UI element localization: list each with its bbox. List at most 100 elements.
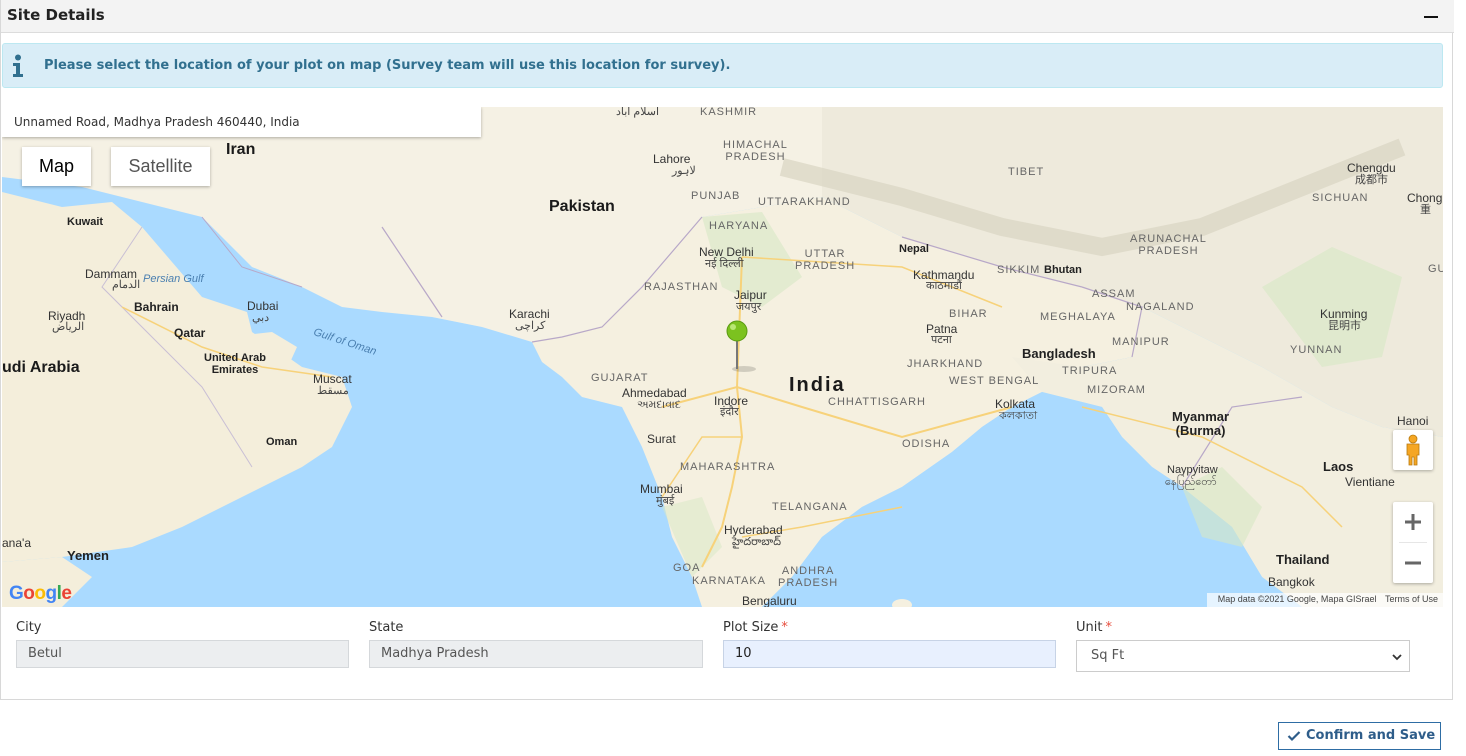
map-label: New Delhi: [699, 245, 754, 259]
map-label: CHHATTISGARH: [828, 396, 926, 408]
map-canvas[interactable]: Iran Pakistan India Kuwait Dammam الدمام…: [2, 107, 1443, 607]
map-label: WEST BENGAL: [949, 375, 1040, 387]
map-label: Bhutan: [1044, 264, 1082, 276]
map-label: जयपुर: [736, 301, 762, 313]
zoom-control: [1393, 502, 1433, 583]
state-group: State Madhya Pradesh: [369, 620, 703, 668]
map-label: Bangkok: [1268, 575, 1315, 589]
map-label: နေပြည်တော်: [1165, 476, 1217, 488]
map-label: Lahore: [653, 152, 691, 166]
zoom-in-button[interactable]: [1393, 502, 1433, 542]
google-logo[interactable]: Google: [9, 583, 72, 605]
minus-icon: [1424, 16, 1438, 18]
state-input: Madhya Pradesh: [369, 640, 703, 668]
map-label: Hyderabad: [724, 523, 783, 537]
map-label: India: [789, 374, 846, 396]
unit-label-text: Unit: [1076, 620, 1103, 635]
map-label: الدمام: [112, 279, 141, 291]
city-group: City Betul: [16, 620, 349, 668]
panel-header: Site Details: [1, 0, 1454, 33]
map-label: Kolkata: [995, 397, 1036, 411]
map-label: PUNJAB: [691, 190, 741, 202]
unit-select[interactable]: Sq Ft: [1076, 640, 1410, 672]
map-label: Chengdu: [1347, 161, 1396, 175]
map-label: udi Arabia: [2, 359, 80, 376]
map-type-map-button[interactable]: Map: [22, 147, 91, 186]
map-label: Vientiane: [1345, 475, 1395, 489]
map-label: Kunming: [1320, 307, 1368, 321]
map-label: کراچی: [515, 320, 546, 332]
map-label: الرياض: [52, 321, 85, 333]
map-label: دبي: [252, 312, 270, 324]
map-label: JHARKHAND: [907, 358, 984, 370]
map-label: Dubai: [247, 299, 279, 313]
address-box: Unnamed Road, Madhya Pradesh 460440, Ind…: [2, 107, 481, 137]
map-label: NAGALAND: [1126, 301, 1195, 313]
map-label: Bangladesh: [1022, 346, 1096, 361]
map-label: पटना: [931, 334, 952, 346]
map-label: Iran: [226, 141, 256, 158]
map-label: Yemen: [67, 548, 109, 563]
map-label: Persian Gulf: [143, 273, 204, 285]
map-label: KASHMIR: [700, 107, 758, 118]
required-mark: *: [781, 620, 788, 635]
map-label: અમદાવાદ: [637, 399, 681, 411]
map-label: Karachi: [509, 307, 550, 321]
required-mark: *: [1105, 620, 1112, 635]
plot-size-input[interactable]: 10: [723, 640, 1056, 668]
confirm-save-label: Confirm and Save: [1306, 728, 1436, 743]
unit-select-value: Sq Ft: [1091, 648, 1125, 663]
map-label: హైదరాబాద్: [732, 536, 781, 548]
map-label: Ahmedabad: [622, 386, 687, 400]
map-label: Mumbai: [640, 482, 683, 496]
pegman-button[interactable]: [1393, 430, 1433, 470]
map-label: Thailand: [1276, 552, 1330, 567]
map-label: Surat: [647, 432, 676, 446]
map-label: Chong: [1407, 191, 1443, 205]
map-label: MANIPUR: [1112, 336, 1170, 348]
map-label: اسلام آباد: [616, 107, 660, 118]
map-attribution: Map data ©2021 Google, Mapa GISrael Term…: [1206, 593, 1443, 607]
map-label: Jaipur: [734, 288, 767, 302]
map-label: MAHARASHTRA: [680, 461, 776, 473]
map-label: ODISHA: [902, 438, 951, 450]
map-label: কলকাতা: [999, 410, 1038, 422]
map-label: UTTAR PRADESH: [795, 248, 856, 272]
map-label: Kuwait: [67, 216, 104, 228]
state-label: State: [369, 620, 404, 635]
map-type-satellite-button[interactable]: Satellite: [111, 147, 210, 186]
map-label: Hanoi: [1397, 414, 1429, 428]
map-label: Qatar: [174, 326, 206, 340]
map-label: Bengaluru: [742, 594, 797, 607]
collapse-button[interactable]: [1422, 6, 1440, 24]
panel-title: Site Details: [7, 6, 105, 24]
map-label: नई दिल्ली: [705, 258, 744, 270]
map-label: Laos: [1323, 459, 1354, 474]
map-label: MEGHALAYA: [1040, 311, 1116, 323]
terms-link[interactable]: Terms of Use: [1385, 594, 1438, 604]
map-label: UTTARAKHAND: [758, 196, 851, 208]
zoom-out-button[interactable]: [1393, 543, 1433, 583]
map-label: TRIPURA: [1062, 365, 1118, 377]
map-label: 昆明市: [1328, 320, 1361, 332]
confirm-save-button[interactable]: Confirm and Save: [1278, 722, 1441, 750]
attribution-text: Map data ©2021 Google, Mapa GISrael: [1217, 594, 1377, 604]
site-form: City Betul State Madhya Pradesh Plot Siz…: [1, 620, 1454, 700]
map-label: HARYANA: [709, 220, 769, 232]
map-label: इंदौर: [720, 406, 739, 418]
map-label: Bahrain: [134, 300, 179, 314]
map-label: मुंबई: [656, 495, 675, 507]
map-label: YUNNAN: [1290, 344, 1343, 356]
map-label: GUJARAT: [591, 372, 649, 384]
site-details-panel: Site Details Please select the location …: [0, 0, 1454, 700]
map-label: مسقط: [317, 385, 349, 397]
map-label: SIKKIM: [997, 264, 1041, 276]
map-label: TELANGANA: [772, 501, 848, 513]
alert-text: Please select the location of your plot …: [44, 58, 731, 73]
green-pin-icon[interactable]: [726, 320, 748, 342]
map-label: GU: [1428, 263, 1443, 275]
plot-size-group: Plot Size * 10: [723, 620, 1056, 668]
map-label: TIBET: [1008, 166, 1045, 178]
map-label: Pakistan: [549, 198, 615, 215]
map-label: HIMACHAL PRADESH: [723, 139, 788, 163]
